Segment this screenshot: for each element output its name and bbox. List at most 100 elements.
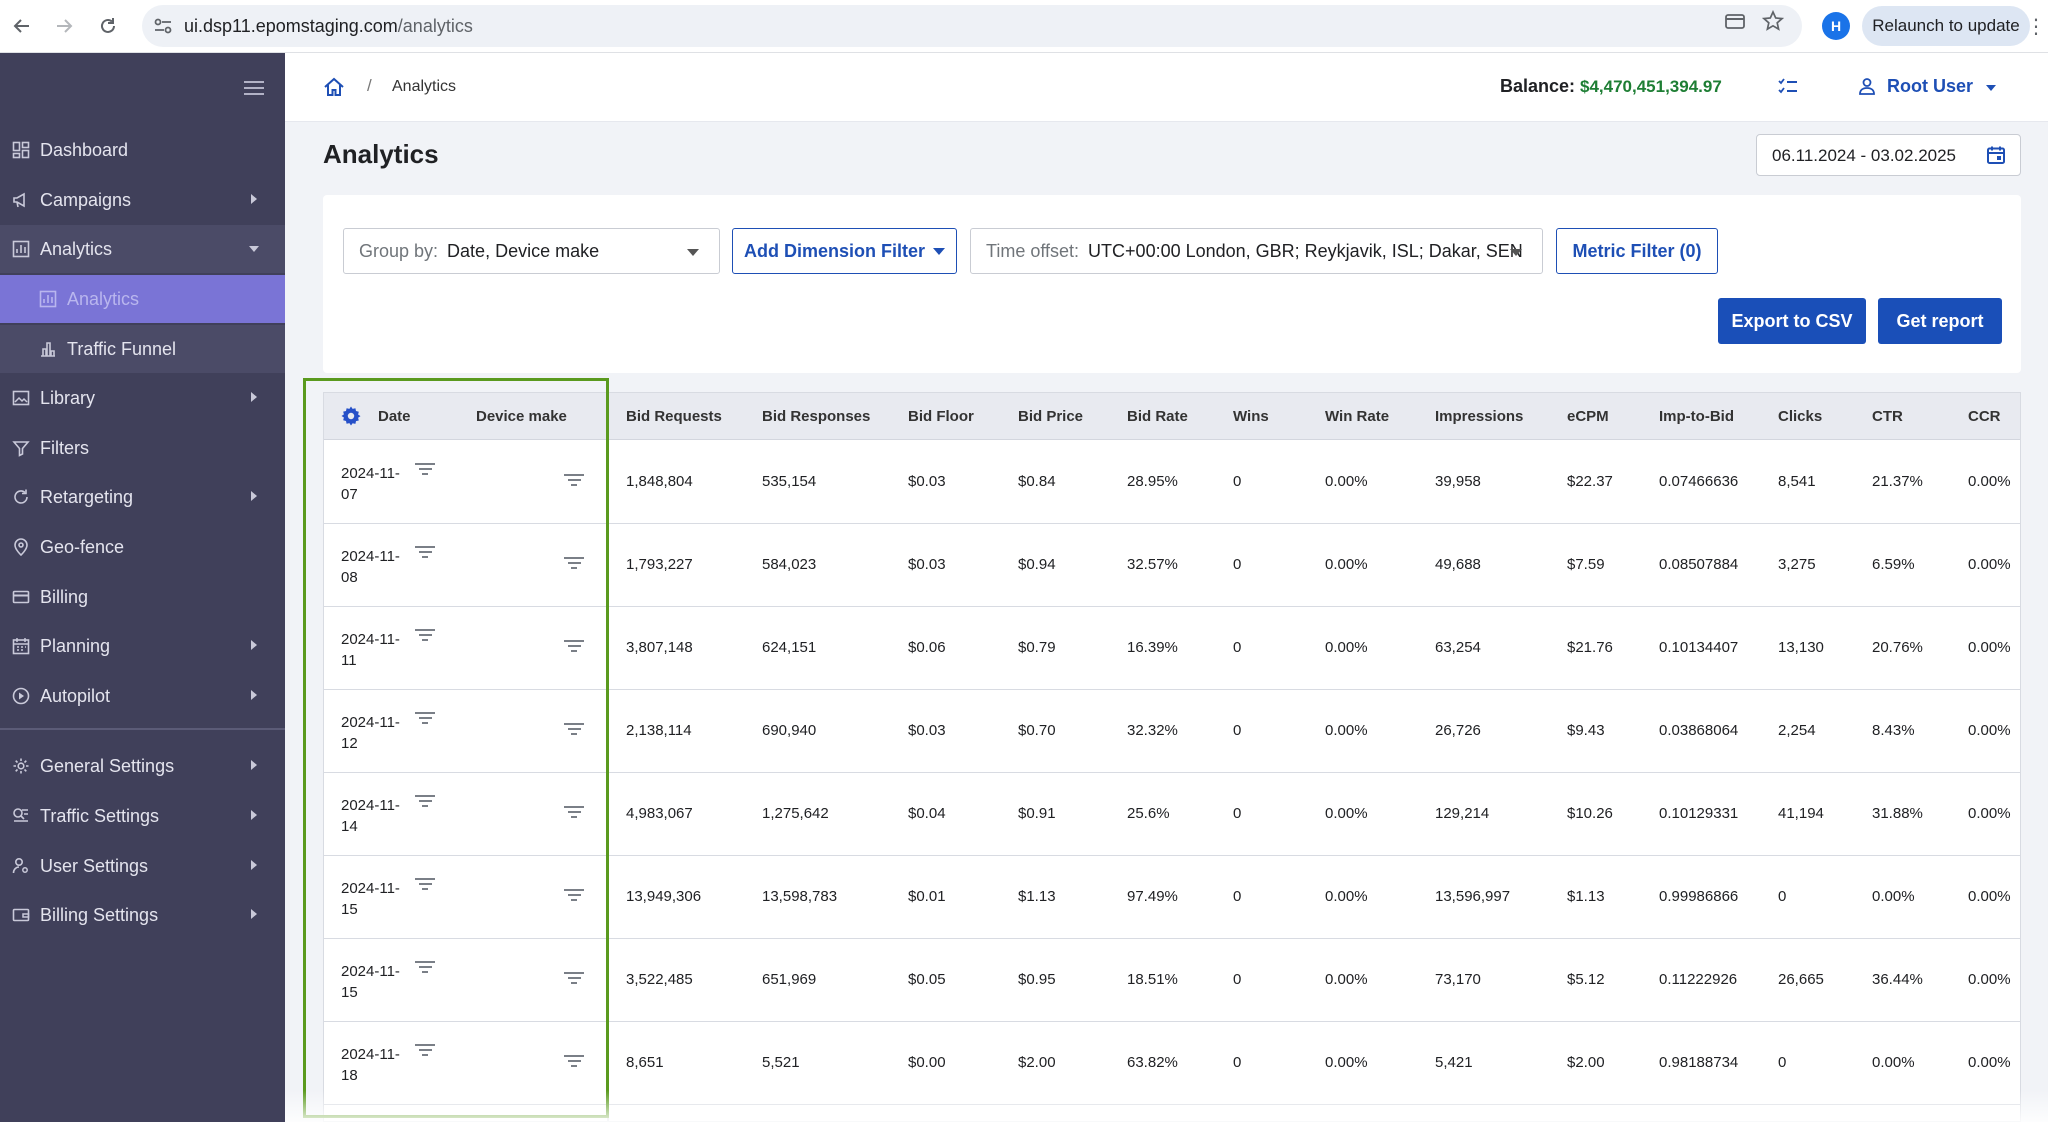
sidebar-subitem-traffic-funnel[interactable]: Traffic Funnel (0, 325, 285, 373)
column-header-wins[interactable]: Wins (1233, 408, 1269, 425)
column-header-bid-rate[interactable]: Bid Rate (1127, 408, 1188, 425)
column-header-ctr[interactable]: CTR (1872, 408, 1903, 425)
export-csv-button[interactable]: Export to CSV (1718, 298, 1866, 344)
cell-bid-rate: 28.95% (1127, 473, 1178, 490)
sidebar-item-billing[interactable]: Billing (0, 573, 285, 621)
cell-ctr: 6.59% (1872, 556, 1915, 573)
cell-bid-requests: 13,949,306 (626, 888, 702, 905)
forward-icon[interactable] (47, 9, 81, 43)
column-header-bid-responses[interactable]: Bid Responses (762, 408, 870, 425)
sidebar-item-analytics[interactable]: Analytics (0, 225, 285, 273)
device-make-filter-icon[interactable] (564, 1055, 584, 1069)
column-header-bid-requests[interactable]: Bid Requests (626, 408, 722, 425)
table-row[interactable]: 2024-11-07 1,848,804 535,154 $0.03 $0.84 28.9… (324, 441, 2020, 524)
page-title: Analytics (323, 139, 439, 169)
date-filter-icon[interactable] (415, 878, 435, 892)
sidebar-item-retargeting[interactable]: Retargeting (0, 473, 285, 521)
column-header-device-make[interactable]: Device make (476, 408, 567, 425)
table-row[interactable]: 2024-11-11 3,807,148 624,151 $0.06 $0.79 16.3… (324, 607, 2020, 690)
date-filter-icon[interactable] (415, 712, 435, 726)
sidebar-item-autopilot[interactable]: Autopilot (0, 672, 285, 720)
cell-ccr: 0.00% (1968, 971, 2011, 988)
add-dimension-filter-button[interactable]: Add Dimension Filter (732, 228, 957, 274)
user-menu[interactable]: Root User (1887, 76, 1973, 97)
column-header-ccr[interactable]: CCR (1968, 408, 2001, 425)
sidebar-item-traffic-settings[interactable]: Traffic Settings (0, 792, 285, 840)
cell-win-rate: 0.00% (1325, 722, 1368, 739)
column-header-clicks[interactable]: Clicks (1778, 408, 1822, 425)
reload-icon[interactable] (91, 9, 125, 43)
address-bar[interactable]: ui.dsp11.epomstaging.com/analytics (142, 5, 1802, 47)
profile-avatar[interactable]: H (1822, 12, 1850, 40)
relaunch-button[interactable]: Relaunch to update (1862, 6, 2030, 46)
site-settings-icon[interactable] (152, 15, 174, 37)
bookmark-star-icon[interactable] (1761, 9, 1786, 34)
sidebar-item-library[interactable]: Library (0, 374, 285, 422)
search-list-icon (11, 806, 31, 826)
column-header-ecpm[interactable]: eCPM (1567, 408, 1609, 425)
column-header-bid-price[interactable]: Bid Price (1018, 408, 1083, 425)
device-make-filter-icon[interactable] (564, 557, 584, 571)
sidebar-item-filters[interactable]: Filters (0, 424, 285, 472)
browser-menu-icon[interactable]: ⋮ (2026, 12, 2046, 40)
column-header-win-rate[interactable]: Win Rate (1325, 408, 1389, 425)
group-by-select[interactable]: Group by: Date, Device make (343, 228, 720, 274)
table-row[interactable]: 2024-11-18 8,651 5,521 $0.00 $2.00 63.82% 0 0.0… (324, 1022, 2020, 1105)
device-make-filter-icon[interactable] (564, 972, 584, 986)
sidebar-item-general-settings[interactable]: General Settings (0, 742, 285, 790)
device-make-filter-icon[interactable] (564, 640, 584, 654)
date-filter-icon[interactable] (415, 546, 435, 560)
calendar-icon[interactable] (1986, 145, 2006, 165)
payment-card-icon[interactable] (1724, 10, 1748, 34)
chevron-down-icon (249, 246, 259, 252)
sidebar-item-label: Analytics (40, 238, 113, 259)
table-header: Date Device make Bid Requests Bid Respon… (324, 393, 2020, 440)
date-range-picker[interactable]: 06.11.2024 - 03.02.2025 (1756, 134, 2021, 176)
device-make-filter-icon[interactable] (564, 474, 584, 488)
gear-icon[interactable] (340, 405, 362, 427)
cell-impressions: 73,170 (1435, 971, 1481, 988)
table-row[interactable]: 2024-11-15 13,949,306 13,598,783 $0.01 $1.13… (324, 856, 2020, 939)
device-make-filter-icon[interactable] (564, 806, 584, 820)
cell-ecpm: $1.13 (1567, 888, 1605, 905)
chevron-down-icon[interactable] (1986, 85, 1996, 91)
date-filter-icon[interactable] (415, 463, 435, 477)
table-row[interactable]: 2024-11-08 1,793,227 584,023 $0.03 $0.94 32.5… (324, 524, 2020, 607)
sidebar-item-billing-settings[interactable]: Billing Settings (0, 891, 285, 939)
date-filter-icon[interactable] (415, 795, 435, 809)
column-header-bid-floor[interactable]: Bid Floor (908, 408, 974, 425)
menu-toggle-icon[interactable] (244, 81, 264, 95)
get-report-button[interactable]: Get report (1878, 298, 2002, 344)
sidebar-item-campaigns[interactable]: Campaigns (0, 176, 285, 224)
sidebar-subitem-analytics[interactable]: Analytics (0, 275, 285, 323)
date-filter-icon[interactable] (415, 629, 435, 643)
date-filter-icon[interactable] (415, 1044, 435, 1058)
cell-wins: 0 (1233, 556, 1242, 573)
sidebar-item-user-settings[interactable]: User Settings (0, 842, 285, 890)
device-make-filter-icon[interactable] (564, 723, 584, 737)
column-header-impressions[interactable]: Impressions (1435, 408, 1523, 425)
metric-filter-button[interactable]: Metric Filter (0) (1556, 228, 1718, 274)
home-icon[interactable] (323, 76, 345, 98)
cell-ecpm: $10.26 (1567, 805, 1613, 822)
table-row[interactable]: 2024-11-14 4,983,067 1,275,642 $0.04 $0.91 25… (324, 773, 2020, 856)
date-filter-icon[interactable] (415, 961, 435, 975)
chart-icon (11, 239, 31, 259)
column-header-imp-to-bid[interactable]: Imp-to-Bid (1659, 408, 1734, 425)
tasks-checklist-icon[interactable] (1777, 77, 1799, 97)
cell-ctr: 20.76% (1872, 639, 1923, 656)
back-icon[interactable] (5, 9, 39, 43)
table-row[interactable]: 2024-11-12 2,138,114 690,940 $0.03 $0.70 32.3… (324, 690, 2020, 773)
cell-bid-floor: $0.03 (908, 722, 946, 739)
device-make-filter-icon[interactable] (564, 889, 584, 903)
column-header-date[interactable]: Date (378, 408, 411, 425)
user-icon[interactable] (1858, 77, 1876, 95)
sidebar-item-dashboard[interactable]: Dashboard (0, 126, 285, 174)
sidebar-item-geo-fence[interactable]: Geo-fence (0, 523, 285, 571)
sidebar-item-planning[interactable]: Planning (0, 622, 285, 670)
cell-impressions: 129,214 (1435, 805, 1490, 822)
cell-date: 2024-11-15 (341, 880, 400, 918)
time-offset-select[interactable]: Time offset: UTC+00:00 London, GBR; Reyk… (970, 228, 1543, 274)
table-row[interactable]: 2024-11-15 3,522,485 651,969 $0.05 $0.95 18.5… (324, 939, 2020, 1022)
chevron-right-icon (251, 194, 257, 204)
